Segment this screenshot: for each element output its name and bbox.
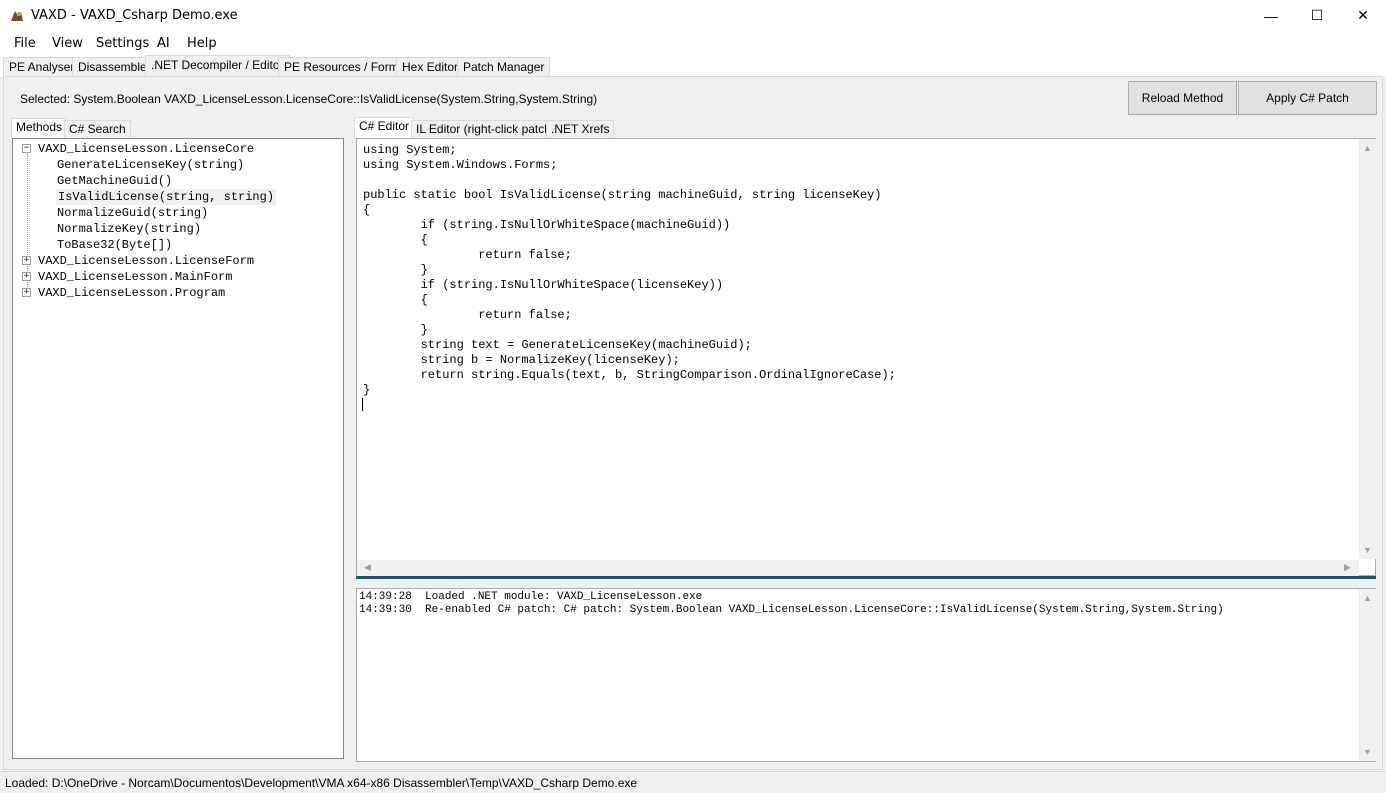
log-line: 14:39:28 Loaded .NET module: VAXD_Licens… [359,591,703,603]
tree-node-label: VAXD_LicenseLesson.LicenseForm [38,254,255,268]
menu-view[interactable]: View [52,36,83,51]
tree-node-label: VAXD_LicenseLesson.MainForm [38,270,233,284]
code-line: { [363,233,428,247]
code-line: if (string.IsNullOrWhiteSpace(licenseKey… [363,278,724,292]
tab-hex-editor[interactable]: Hex Editor [396,57,465,77]
code-horizontal-scrollbar[interactable]: ◀ ▶ [357,560,1359,576]
splitter[interactable] [356,576,1376,579]
menu-file[interactable]: File [14,36,36,51]
collapse-icon[interactable]: − [22,144,31,153]
menu-settings[interactable]: Settings [96,36,149,51]
tab-il-editor[interactable]: IL Editor (right-click patch) [411,120,560,138]
tab-csharp-search[interactable]: C# Search [64,120,131,138]
minimize-icon: — [1264,7,1278,24]
tree-node-label: VAXD_LicenseLesson.LicenseCore [38,142,255,156]
maximize-icon: ☐ [1310,7,1324,23]
tree-connector [27,153,28,289]
code-line: return string.Equals(text, b, StringComp… [363,368,896,382]
code-line: return false; [363,248,572,262]
close-icon: ✕ [1357,7,1369,23]
log-line: 14:39:30 Re-enabled C# patch: C# patch: … [359,604,1224,616]
code-line: } [363,383,371,397]
reload-method-button[interactable]: Reload Method [1128,81,1237,115]
status-text: Loaded: D:\OneDrive - Norcam\Documentos\… [5,776,638,790]
tree-method-item-selected[interactable]: IsValidLicense(string, string) [56,189,277,205]
code-line: } [363,323,428,337]
log-vertical-scrollbar[interactable]: ▲ ▼ [1359,589,1376,761]
code-line: string text = GenerateLicenseKey(machine… [363,338,752,352]
tab-pe-resources[interactable]: PE Resources / Forms [278,57,411,77]
expand-icon[interactable]: + [22,272,31,281]
tree-node-label: VAXD_LicenseLesson.Program [38,286,226,300]
code-line: return false; [363,308,572,322]
tree-method-item[interactable]: NormalizeGuid(string) [57,205,208,221]
code-line: } [363,263,428,277]
tab-net-decompiler[interactable]: .NET Decompiler / Editor [145,55,290,77]
scroll-right-icon[interactable]: ▶ [1339,562,1356,573]
tab-pe-analyser[interactable]: PE Analyser [3,57,81,77]
code-line: { [363,293,428,307]
methods-tree[interactable]: − VAXD_LicenseLesson.LicenseCore Generat… [12,138,344,759]
minimize-button[interactable]: — [1248,0,1294,31]
code-editor[interactable]: using System; using System.Windows.Forms;… [356,138,1376,576]
tab-csharp-editor[interactable]: C# Editor [354,117,415,138]
scroll-left-icon[interactable]: ◀ [359,562,376,573]
code-line: { [363,203,371,217]
code-line: public static bool IsValidLicense(string… [363,188,882,202]
scroll-up-icon[interactable]: ▲ [1359,143,1376,153]
code-line: string b = NormalizeKey(licenseKey); [363,353,680,367]
code-line: using System.Windows.Forms; [363,158,558,172]
menu-ai[interactable]: AI [157,36,170,51]
status-bar: Loaded: D:\OneDrive - Norcam\Documentos\… [0,771,1386,793]
window-title: VAXD - VAXD_Csharp Demo.exe [31,8,238,23]
app-icon [11,11,23,21]
apply-csharp-patch-button[interactable]: Apply C# Patch [1238,81,1377,115]
tree-method-item[interactable]: NormalizeKey(string) [57,221,201,237]
tab-methods[interactable]: Methods [11,118,68,138]
scroll-down-icon[interactable]: ▼ [1359,545,1376,555]
tab-disassembler[interactable]: Disassembler [72,57,157,77]
expand-icon[interactable]: + [22,288,31,297]
code-line: using System; [363,143,457,157]
log-output[interactable]: 14:39:28 Loaded .NET module: VAXD_Licens… [356,588,1376,762]
tree-method-item[interactable]: ToBase32(Byte[]) [57,237,172,253]
menu-help[interactable]: Help [187,36,217,51]
main-tab-strip: PE Analyser Disassembler .NET Decompiler… [0,55,1386,77]
title-bar: VAXD - VAXD_Csharp Demo.exe — ☐ ✕ [0,0,1386,31]
menu-bar: File View Settings AI Help [0,31,1386,55]
maximize-button[interactable]: ☐ [1294,0,1340,31]
tab-net-xrefs[interactable]: .NET Xrefs [546,120,615,138]
selected-method-label: Selected: System.Boolean VAXD_LicenseLes… [20,92,598,106]
scroll-up-icon[interactable]: ▲ [1359,593,1376,603]
expand-icon[interactable]: + [22,256,31,265]
tree-method-item[interactable]: GetMachineGuid() [57,173,172,189]
code-line: if (string.IsNullOrWhiteSpace(machineGui… [363,218,731,232]
text-caret [362,398,363,411]
scroll-down-icon[interactable]: ▼ [1359,747,1376,757]
tab-patch-manager[interactable]: Patch Manager [457,57,551,77]
tree-method-item[interactable]: GenerateLicenseKey(string) [57,157,244,173]
code-vertical-scrollbar[interactable]: ▲ ▼ [1359,139,1376,559]
close-button[interactable]: ✕ [1340,0,1386,31]
